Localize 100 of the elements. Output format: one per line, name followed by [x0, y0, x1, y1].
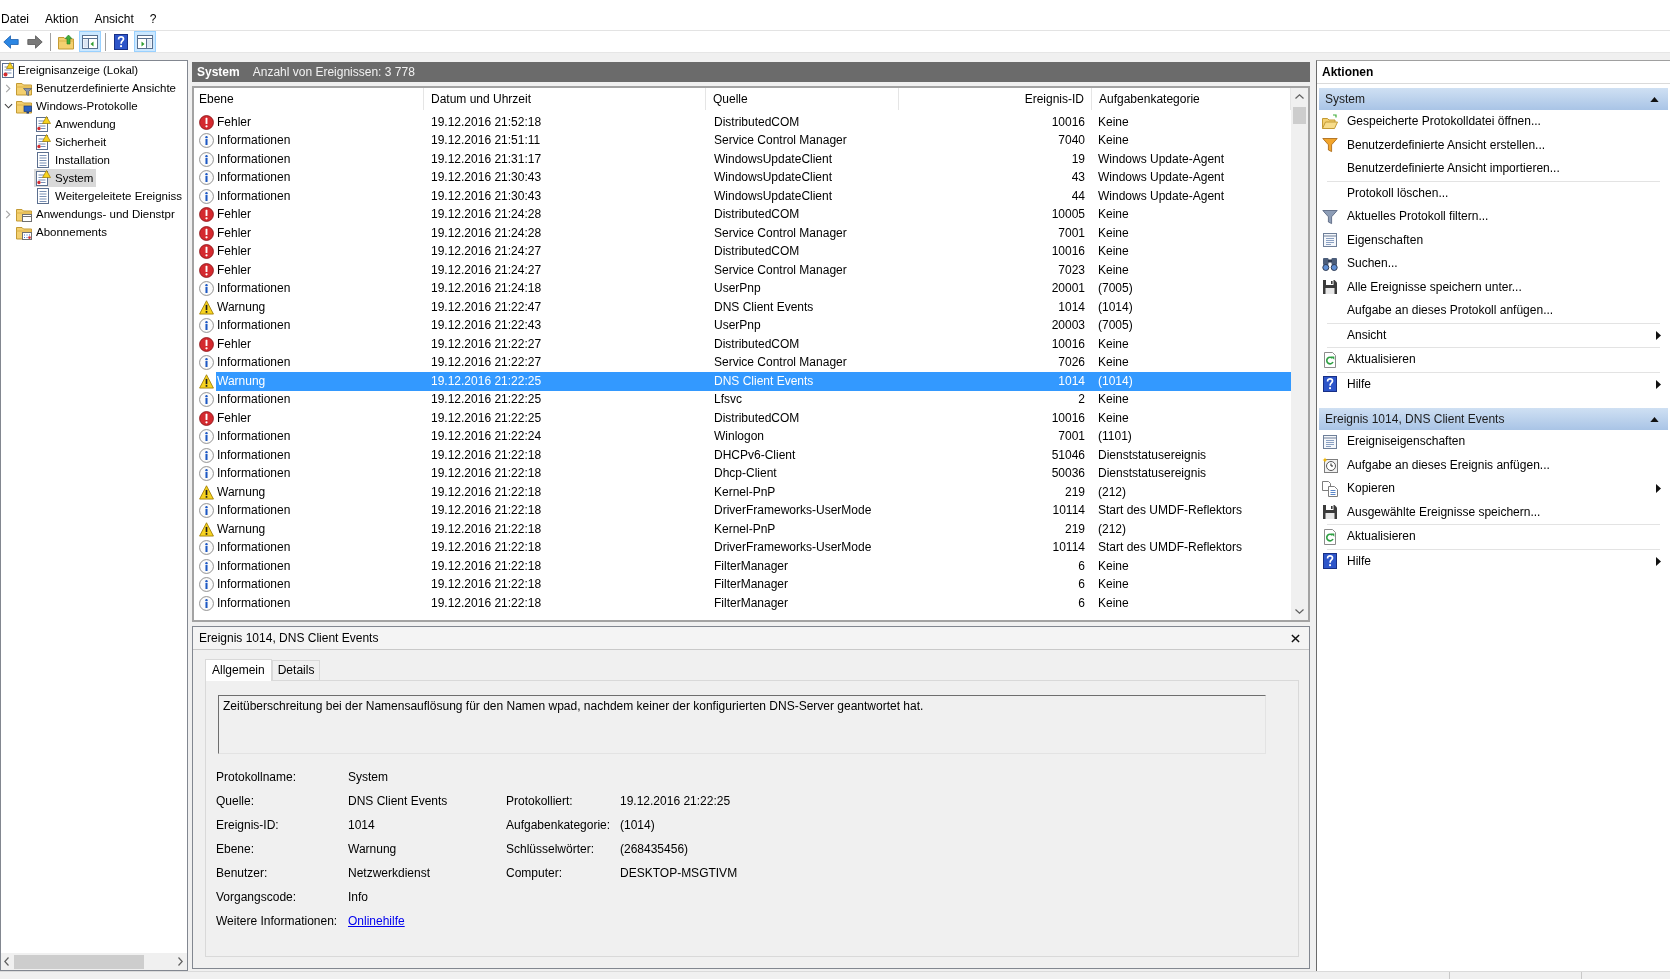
tree-item[interactable]: Installation — [34, 151, 113, 169]
menu-item[interactable]: Datei — [0, 9, 37, 30]
table-row[interactable]: Informationen 19.12.2016 21:22:25 Lfsvc 2 Keine — [216, 390, 1291, 409]
table-row[interactable]: Informationen 19.12.2016 21:31:17 WindowsUpdateClient 19 Windows Update-Agent — [216, 150, 1291, 169]
table-cell-text: Informationen — [216, 133, 292, 149]
action-item[interactable]: Ereigniseigenschaften — [1317, 430, 1670, 454]
table-row[interactable]: Informationen 19.12.2016 21:30:43 WindowsUpdateClient 43 Windows Update-Agent — [216, 168, 1291, 187]
horizontal-scrollbar[interactable] — [1, 953, 187, 970]
field-label: Ereignis-ID: — [216, 816, 279, 834]
table-cell-text: 19.12.2016 21:22:18 — [430, 540, 543, 556]
table-row[interactable]: Fehler 19.12.2016 21:24:28 DistributedCOM 10005 Keine — [216, 205, 1291, 224]
table-cell-text: UserPnp — [713, 318, 762, 334]
action-item[interactable]: Benutzerdefinierte Ansicht erstellen... — [1317, 133, 1670, 157]
table-cell-text: Service Control Manager — [713, 262, 848, 278]
table-row[interactable]: Informationen 19.12.2016 21:22:18 Dhcp-Client 50036 Dienststatusereignis — [216, 464, 1291, 483]
tree-item[interactable]: Sicherheit — [34, 133, 110, 151]
action-pane-toggle[interactable] — [134, 31, 156, 52]
action-item[interactable]: Suchen... — [1317, 252, 1670, 276]
table-cell-text: Informationen — [216, 466, 292, 482]
tree-item[interactable]: Benutzerdefinierte Ansichte — [15, 79, 179, 97]
table-cell-text: Start des UMDF-Reflektors — [1097, 540, 1244, 556]
action-item[interactable]: Ausgewählte Ereignisse speichern... — [1317, 500, 1670, 524]
table-row[interactable]: Informationen 19.12.2016 21:24:18 UserPnp 20001 (7005) — [216, 279, 1291, 298]
table-row[interactable]: Informationen 19.12.2016 21:22:18 DriverFrameworks-UserMode 10114 Start des UMDF-Reflektors — [216, 501, 1291, 520]
table-row[interactable]: Informationen 19.12.2016 21:22:18 FilterManager 6 Keine — [216, 575, 1291, 594]
tab[interactable]: Allgemein — [205, 659, 272, 681]
tree-item[interactable]: Abonnements — [15, 223, 110, 241]
action-item[interactable]: Protokoll löschen... — [1317, 181, 1670, 205]
tree-item[interactable]: Anwendungs- und Dienstpr — [15, 205, 178, 223]
table-cell-text: 19.12.2016 21:22:18 — [430, 558, 543, 574]
table-row[interactable]: Fehler 19.12.2016 21:22:25 DistributedCOM 10016 Keine — [216, 409, 1291, 428]
column-header[interactable]: Datum und Uhrzeit — [424, 88, 706, 110]
menu-item[interactable]: Ansicht — [86, 9, 142, 30]
table-cell-text: Fehler — [216, 336, 252, 352]
menu-item[interactable]: ? — [141, 9, 165, 30]
collapse-chevron-icon[interactable] — [3, 103, 13, 109]
close-icon[interactable] — [1291, 633, 1300, 643]
table-row[interactable]: Warnung 19.12.2016 21:22:18 Kernel-PnP 219 (212) — [216, 520, 1291, 539]
menu-item[interactable]: Aktion — [37, 9, 87, 30]
tab[interactable]: Details — [271, 660, 321, 680]
field-value: (1014) — [620, 816, 655, 834]
table-row[interactable]: Informationen 19.12.2016 21:22:18 FilterManager 6 Keine — [216, 557, 1291, 576]
scrollbar-thumb[interactable] — [14, 954, 144, 969]
table-cell-text: Informationen — [216, 558, 292, 574]
tree-item[interactable]: Anwendung — [34, 115, 119, 133]
action-item[interactable]: Benutzerdefinierte Ansicht importieren... — [1317, 157, 1670, 181]
warning-icon — [199, 521, 214, 537]
action-item[interactable]: Hilfe — [1317, 549, 1670, 573]
table-cell-text: Keine — [1097, 207, 1130, 223]
table-row[interactable]: Informationen 19.12.2016 21:22:18 DHCPv6-Client 51046 Dienststatusereignis — [216, 446, 1291, 465]
tree-item[interactable]: Weitergeleitete Ereigniss — [34, 187, 185, 205]
table-row[interactable]: Fehler 19.12.2016 21:24:28 Service Control Manager 7001 Keine — [216, 224, 1291, 243]
table-row[interactable]: Informationen 19.12.2016 21:22:18 FilterManager 6 Keine — [216, 594, 1291, 613]
table-cell-text: Fehler — [216, 262, 252, 278]
action-item[interactable]: Kopieren — [1317, 477, 1670, 501]
table-row[interactable]: Warnung 19.12.2016 21:22:47 DNS Client Events 1014 (1014) — [216, 298, 1291, 317]
tree-item[interactable]: Ereignisanzeige (Lokal) — [1, 61, 142, 79]
column-header[interactable]: Ebene — [194, 88, 424, 110]
action-item[interactable]: Hilfe — [1317, 372, 1670, 396]
table-row[interactable]: Informationen 19.12.2016 21:22:43 UserPnp 20003 (7005) — [216, 316, 1291, 335]
scrollbar-thumb[interactable] — [1293, 107, 1306, 124]
table-cell-text: 19.12.2016 21:22:18 — [430, 577, 543, 593]
field-value: 1014 — [348, 816, 375, 834]
table-row[interactable]: Fehler 19.12.2016 21:52:18 DistributedCOM 10016 Keine — [216, 113, 1291, 132]
action-item[interactable]: Aktualisieren — [1317, 348, 1670, 372]
table-cell-text: 7001 — [1057, 225, 1086, 241]
vertical-scrollbar[interactable] — [1291, 88, 1308, 620]
section-header[interactable]: Ereignis 1014, DNS Client Events — [1319, 408, 1668, 430]
table-row[interactable]: Informationen 19.12.2016 21:22:24 Winlogon 7001 (1101) — [216, 427, 1291, 446]
help-link[interactable]: Onlinehilfe — [348, 909, 405, 933]
field-label: Schlüsselwörter: — [506, 840, 595, 858]
action-item[interactable]: Eigenschaften — [1317, 228, 1670, 252]
table-cell-text: 7023 — [1057, 262, 1086, 278]
table-row[interactable]: Warnung 19.12.2016 21:22:18 Kernel-PnP 219 (212) — [216, 483, 1291, 502]
action-item[interactable]: Gespeicherte Protokolldatei öffnen... — [1317, 110, 1670, 134]
message-field[interactable]: Zeitüberschreitung bei der Namensauflösung für den Namen wpad, nachdem keiner der konfigurierten DNS-Server geantwortet hat. — [218, 695, 1266, 754]
tree-item[interactable]: System — [34, 169, 97, 187]
section-header[interactable]: System — [1319, 88, 1668, 110]
column-header[interactable]: Ereignis-ID — [899, 88, 1092, 110]
action-item[interactable]: Alle Ereignisse speichern unter... — [1317, 275, 1670, 299]
table-cell-text: DriverFrameworks-UserMode — [713, 503, 873, 519]
action-item[interactable]: Aktualisieren — [1317, 525, 1670, 549]
console-tree-toggle[interactable] — [79, 31, 101, 52]
copy-icon — [1322, 480, 1338, 497]
table-row[interactable]: Informationen 19.12.2016 21:22:27 Service Control Manager 7026 Keine — [216, 353, 1291, 372]
table-row[interactable]: Fehler 19.12.2016 21:24:27 Service Control Manager 7023 Keine — [216, 261, 1291, 280]
table-row[interactable]: Informationen 19.12.2016 21:51:11 Service Control Manager 7040 Keine — [216, 131, 1291, 150]
table-cell-text: FilterManager — [713, 595, 790, 611]
table-row[interactable]: Informationen 19.12.2016 21:30:43 WindowsUpdateClient 44 Windows Update-Agent — [216, 187, 1291, 206]
table-row[interactable]: Informationen 19.12.2016 21:22:18 DriverFrameworks-UserMode 10114 Start des UMDF-Reflektors — [216, 538, 1291, 557]
action-item[interactable]: Aufgabe an dieses Protokoll anfügen... — [1317, 299, 1670, 323]
table-cell-text: WindowsUpdateClient — [713, 151, 834, 167]
tree-item[interactable]: Windows-Protokolle — [15, 97, 141, 115]
action-item[interactable]: Aktuelles Protokoll filtern... — [1317, 205, 1670, 229]
action-item[interactable]: Aufgabe an dieses Ereignis anfügen... — [1317, 453, 1670, 477]
column-header[interactable]: Quelle — [706, 88, 899, 110]
table-row[interactable]: Fehler 19.12.2016 21:24:27 DistributedCOM 10016 Keine — [216, 242, 1291, 261]
table-row[interactable]: Fehler 19.12.2016 21:22:27 DistributedCOM 10016 Keine — [216, 335, 1291, 354]
action-item[interactable]: Ansicht — [1317, 323, 1670, 347]
table-cell-text: DistributedCOM — [713, 410, 801, 426]
